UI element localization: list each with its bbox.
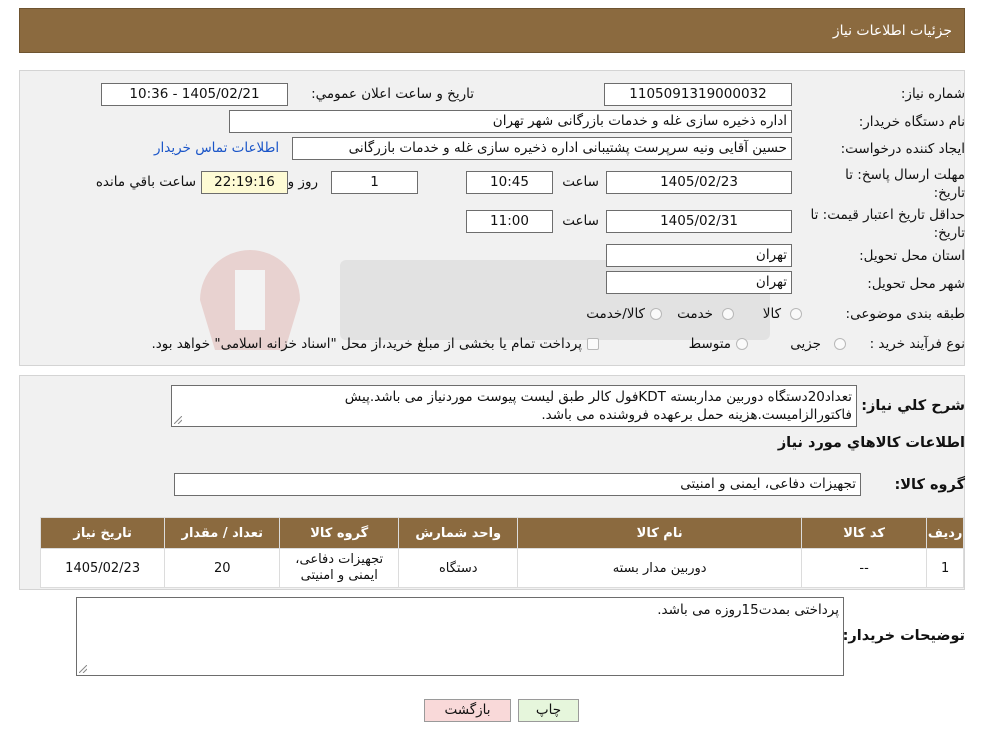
col-date: تاریخ نیاز — [39, 517, 166, 549]
category-radio-service[interactable] — [722, 308, 734, 320]
city-field: تهران — [606, 271, 792, 294]
goods-table-header: ردیف کد کالا نام کالا واحد شمارش گروه کا… — [39, 517, 964, 549]
goods-group-field: تجهیزات دفاعی، ایمنی و امنیتی — [174, 473, 861, 496]
col-unit: واحد شمارش — [398, 517, 519, 549]
deadline-date-field: 1405/02/23 — [606, 171, 792, 194]
page-header: جزئیات اطلاعات نیاز — [19, 8, 965, 53]
description-line-1: تعداد20دستگاه دوربین مداربسته KDTفول کال… — [344, 389, 852, 405]
validity-date-field: 1405/02/31 — [606, 210, 792, 233]
goods-table: ردیف کد کالا نام کالا واحد شمارش گروه کا… — [39, 517, 964, 588]
cell-code: -- — [800, 548, 928, 588]
validity-time-field: 11:00 — [466, 210, 553, 233]
category-option-goods: کالا — [762, 306, 781, 322]
need-number-field: 1105091319000032 — [604, 83, 792, 106]
col-qty: تعداد / مقدار — [164, 517, 281, 549]
category-label: طبقه بندی موضوعی: — [845, 306, 965, 322]
description-line-2: فاکتورالزامیست.هزینه حمل برعهده فروشنده … — [541, 407, 852, 423]
category-radio-goods-service[interactable] — [650, 308, 662, 320]
days-field: 1 — [331, 171, 418, 194]
col-group: گروه کالا — [279, 517, 400, 549]
remaining-time-field: 22:19:16 — [201, 171, 288, 194]
process-label: نوع فرآیند خرید : — [869, 336, 965, 352]
province-field: تهران — [606, 244, 792, 267]
resize-grip-icon[interactable] — [174, 416, 182, 424]
city-label: شهر محل تحویل: — [867, 276, 965, 292]
announce-label: تاریخ و ساعت اعلان عمومي: — [311, 86, 474, 102]
announce-field: 1405/02/21 - 10:36 — [101, 83, 288, 106]
resize-grip-icon[interactable] — [79, 665, 87, 673]
category-option-goods-service: کالا/خدمت — [586, 306, 645, 322]
buyer-notes-label: توضیحات خریدار: — [842, 628, 965, 644]
process-note: پرداخت تمام یا بخشی از مبلغ خرید،از محل … — [151, 336, 582, 352]
remaining-label: ساعت باقي مانده — [95, 174, 196, 190]
days-label: روز و — [287, 174, 318, 190]
cell-unit: دستگاه — [398, 548, 519, 588]
treasury-checkbox[interactable] — [587, 338, 599, 350]
goods-group-label: گروه کالا: — [894, 477, 965, 493]
buyer-notes-textarea[interactable]: پرداختی بمدت15روزه می باشد. — [76, 597, 844, 676]
col-code: کد کالا — [800, 517, 928, 549]
creator-field: حسین آقایی ونیه سرپرست پشتیبانی اداره ذخ… — [292, 137, 792, 160]
deadline-time-field: 10:45 — [466, 171, 553, 194]
contact-buyer-link[interactable]: اطلاعات تماس خریدار — [154, 140, 279, 156]
need-number-label: شماره نیاز: — [900, 86, 965, 102]
cell-group: تجهیزات دفاعی، ایمنی و امنیتی — [279, 548, 400, 588]
col-name: نام کالا — [517, 517, 802, 549]
back-button[interactable]: بازگشت — [424, 699, 511, 722]
description-label: شرح کلي نیاز: — [861, 398, 965, 414]
process-radio-medium[interactable] — [736, 338, 748, 350]
province-label: استان محل تحویل: — [859, 248, 965, 264]
page-title: جزئیات اطلاعات نیاز — [832, 23, 952, 39]
cell-qty: 20 — [164, 548, 281, 588]
creator-label: ایجاد کننده درخواست: — [840, 141, 965, 157]
print-button[interactable]: چاپ — [518, 699, 579, 722]
goods-section-title: اطلاعات کالاهاي مورد نیاز — [777, 435, 965, 451]
cell-date: 1405/02/23 — [39, 548, 166, 588]
validity-time-label: ساعت — [562, 213, 599, 229]
description-textarea[interactable]: تعداد20دستگاه دوربین مداربسته KDTفول کال… — [171, 385, 857, 427]
table-row: 1 -- دوربین مدار بسته دستگاه تجهیزات دفا… — [39, 548, 964, 588]
cell-name: دوربین مدار بسته — [517, 548, 802, 588]
process-radio-minor[interactable] — [834, 338, 846, 350]
process-option-minor: جزیی — [790, 336, 821, 352]
col-row: ردیف — [926, 517, 964, 549]
category-radio-goods[interactable] — [790, 308, 802, 320]
buyer-label: نام دستگاه خریدار: — [858, 114, 965, 130]
buyer-notes-text: پرداختی بمدت15روزه می باشد. — [657, 602, 839, 618]
validity-label: حداقل تاریخ اعتبار قیمت: تا تاریخ: — [810, 207, 965, 241]
cell-row: 1 — [926, 548, 964, 588]
process-option-medium: متوسط — [688, 336, 731, 352]
buyer-field: اداره ذخیره سازی غله و خدمات بازرگانی شه… — [229, 110, 792, 133]
deadline-label: مهلت ارسال پاسخ: تا تاریخ: — [845, 167, 965, 201]
category-option-service: خدمت — [677, 306, 713, 322]
deadline-time-label: ساعت — [562, 174, 599, 190]
